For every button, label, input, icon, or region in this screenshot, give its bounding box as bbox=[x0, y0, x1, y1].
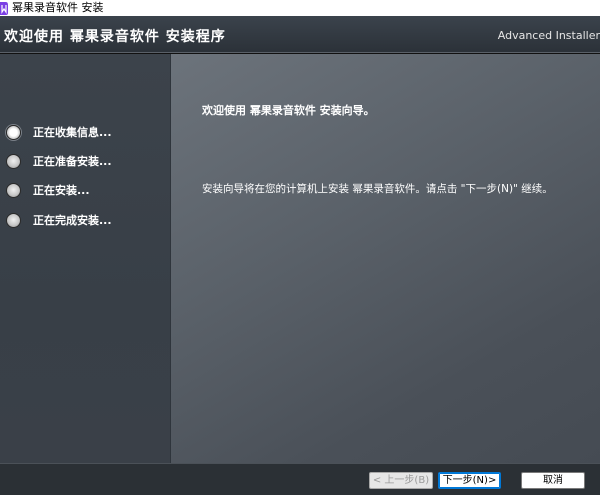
step-label: 正在收集信息... bbox=[33, 126, 112, 139]
step-label: 正在安装... bbox=[33, 184, 90, 197]
header-divider bbox=[0, 52, 600, 53]
step-label: 正在准备安装... bbox=[33, 155, 112, 168]
step-radio-icon bbox=[6, 182, 21, 198]
window-title: 幂果录音软件 安装 bbox=[12, 1, 104, 14]
content-panel: 欢迎使用 幂果录音软件 安装向导。 安装向导将在您的计算机上安装 幂果录音软件。… bbox=[170, 54, 600, 463]
step-label: 正在完成安装... bbox=[33, 214, 112, 227]
step-finishing: 正在完成安装... bbox=[6, 211, 112, 229]
welcome-description: 安装向导将在您的计算机上安装 幂果录音软件。请点击 "下一步(N)" 继续。 bbox=[202, 183, 553, 195]
header-brand: Advanced Installer bbox=[497, 29, 600, 42]
step-radio-icon bbox=[6, 212, 21, 228]
next-button[interactable]: 下一步(N)> bbox=[438, 472, 501, 489]
step-collect-info: 正在收集信息... bbox=[6, 123, 112, 141]
step-radio-active-icon bbox=[6, 124, 21, 140]
step-radio-icon bbox=[6, 153, 21, 169]
title-bar: 幂果录音软件 安装 bbox=[0, 0, 600, 16]
header-title: 欢迎使用 幂果录音软件 安装程序 bbox=[4, 29, 226, 45]
steps-panel: 正在收集信息... 正在准备安装... 正在安装... 正在完成安装... bbox=[0, 54, 170, 463]
header-banner: 欢迎使用 幂果录音软件 安装程序 Advanced Installer bbox=[0, 16, 600, 54]
button-bar: < 上一步(B) 下一步(N)> 取消 bbox=[0, 463, 600, 495]
step-installing: 正在安装... bbox=[6, 181, 90, 199]
back-button[interactable]: < 上一步(B) bbox=[369, 472, 433, 489]
cancel-button[interactable]: 取消 bbox=[521, 472, 585, 489]
app-logo-icon bbox=[0, 0, 9, 16]
step-prepare-install: 正在准备安装... bbox=[6, 152, 112, 170]
welcome-heading: 欢迎使用 幂果录音软件 安装向导。 bbox=[202, 104, 375, 117]
